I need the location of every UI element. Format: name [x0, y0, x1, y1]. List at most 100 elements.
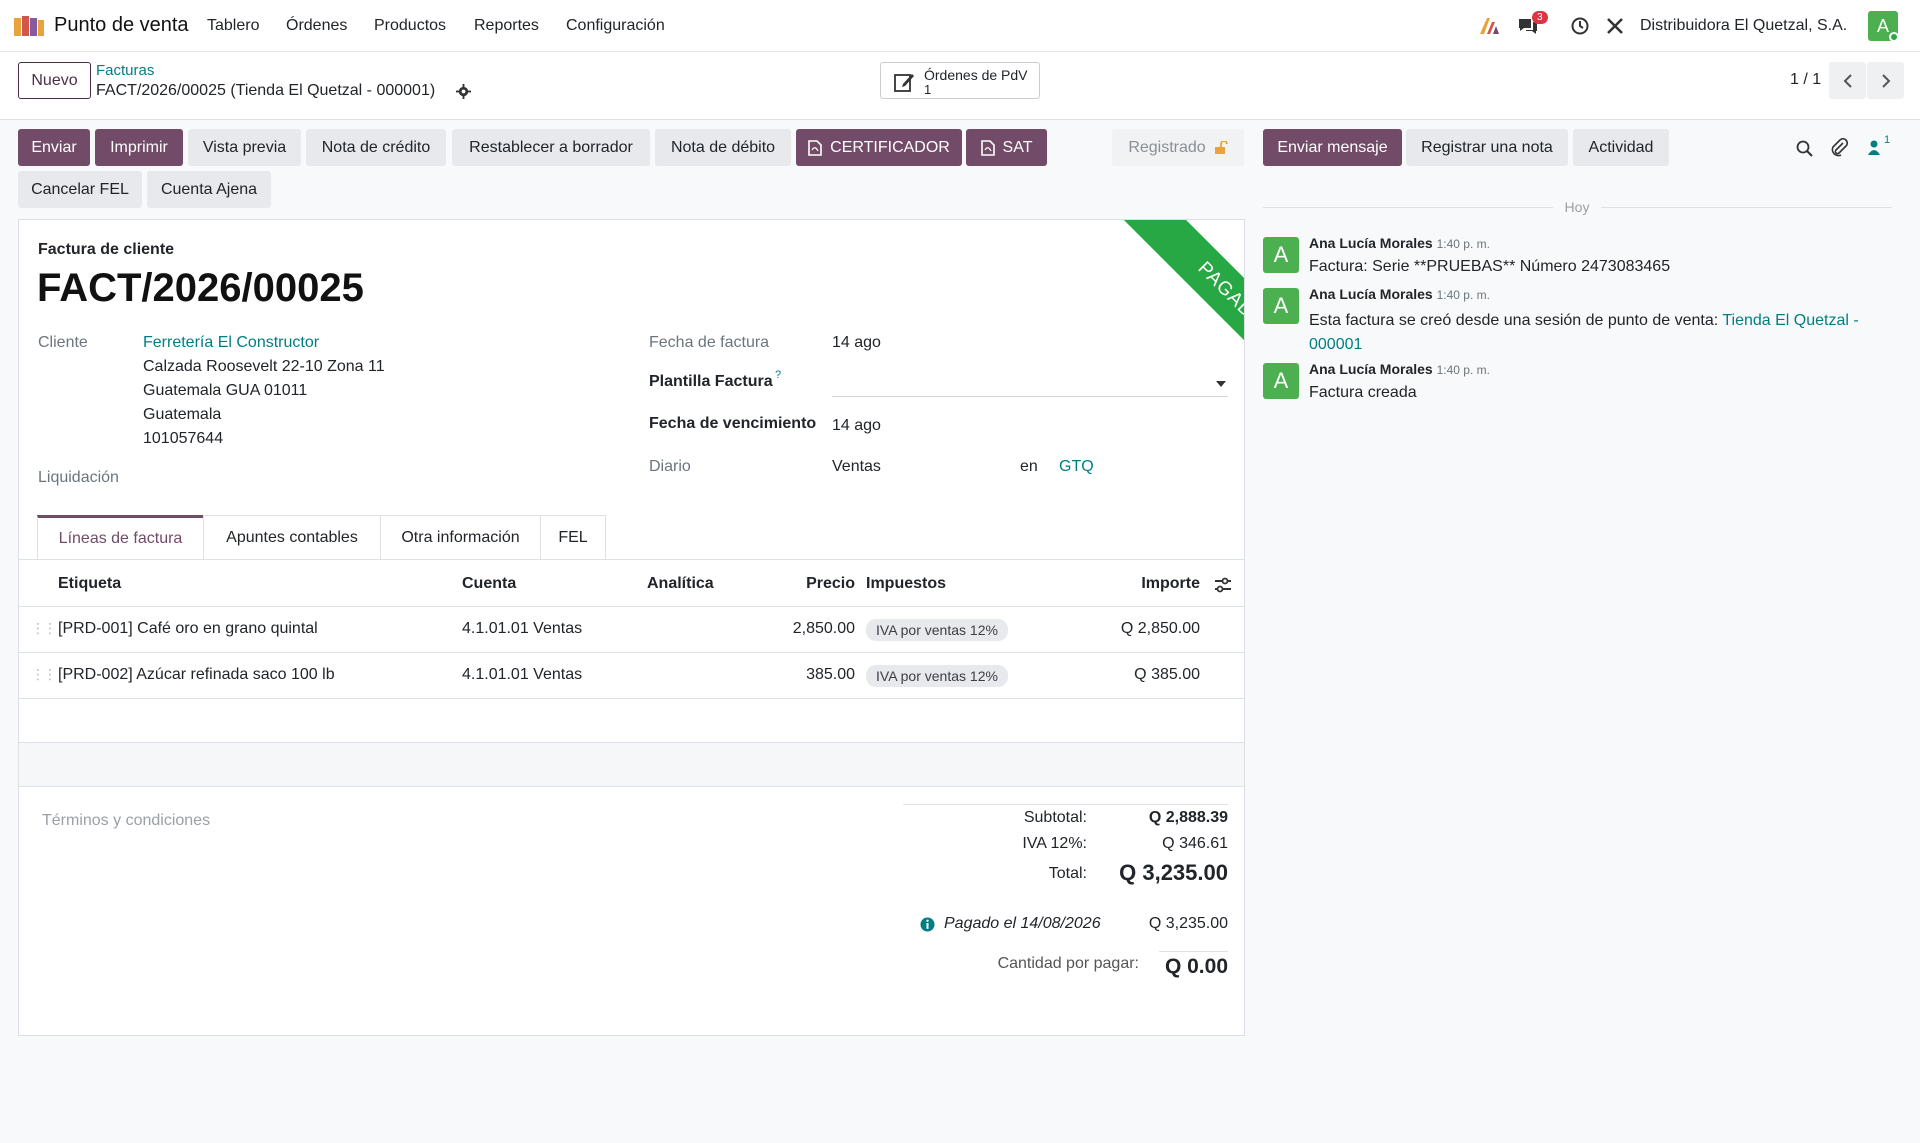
- tab-fel[interactable]: FEL: [540, 515, 606, 559]
- pager-value[interactable]: 1 / 1: [1790, 71, 1821, 89]
- totals-top-divider: [903, 804, 1228, 805]
- invoice-date-value[interactable]: 14 ago: [832, 334, 881, 352]
- certificador-button[interactable]: CERTIFICADOR: [796, 129, 962, 166]
- debit-note-button[interactable]: Nota de débito: [655, 129, 791, 166]
- pager-previous[interactable]: [1829, 62, 1866, 99]
- paperclip-icon[interactable]: [1831, 138, 1848, 157]
- tab-journal-items[interactable]: Apuntes contables: [203, 515, 381, 559]
- journal-label: Diario: [649, 458, 691, 475]
- debug-tools-icon[interactable]: [1606, 17, 1624, 35]
- message-author[interactable]: Ana Lucía Morales 1:40 p. m.: [1309, 361, 1490, 377]
- date-sep-line-left: [1263, 207, 1553, 208]
- menu-tablero[interactable]: Tablero: [207, 17, 259, 35]
- help-tooltip-icon[interactable]: ?: [775, 369, 781, 381]
- due-date-value[interactable]: 14 ago: [832, 417, 881, 435]
- breadcrumb-current: FACT/2026/00025 (Tienda El Quetzal - 000…: [96, 82, 436, 99]
- due-divider: [1159, 951, 1228, 952]
- menu-reportes[interactable]: Reportes: [474, 17, 539, 35]
- breadcrumb-facturas[interactable]: Facturas: [96, 62, 154, 79]
- table-row[interactable]: ⋮⋮ [PRD-002] Azúcar refinada saco 100 lb…: [19, 653, 1244, 698]
- app-title[interactable]: Punto de venta: [54, 14, 189, 37]
- author-avatar[interactable]: A: [1263, 363, 1299, 399]
- customer-label: Cliente: [38, 334, 88, 351]
- col-label-header[interactable]: Etiqueta: [58, 575, 121, 593]
- menu-ordenes[interactable]: Órdenes: [286, 17, 347, 35]
- terms-field[interactable]: Términos y condiciones: [42, 812, 210, 830]
- table-row[interactable]: ⋮⋮ [PRD-001] Café oro en grano quintal 4…: [19, 607, 1244, 652]
- column-settings-icon[interactable]: [1214, 576, 1232, 594]
- pos-orders-smart-button[interactable]: Órdenes de PdV 1: [880, 62, 1040, 99]
- iva-value: Q 346.61: [1162, 835, 1228, 852]
- unlock-icon: [1214, 140, 1228, 154]
- journal-value[interactable]: Ventas: [832, 458, 881, 476]
- amount-due-value: Q 0.00: [1164, 955, 1228, 978]
- company-switcher[interactable]: Distribuidora El Quetzal, S.A.: [1640, 17, 1847, 35]
- tax-tag: IVA por ventas 12%: [866, 665, 1008, 687]
- tab-invoice-lines[interactable]: Líneas de factura: [37, 515, 204, 559]
- template-select[interactable]: [832, 371, 1228, 397]
- search-icon[interactable]: [1796, 140, 1813, 157]
- currency-link[interactable]: GTQ: [1059, 458, 1094, 476]
- pos-app-icon[interactable]: [14, 14, 44, 38]
- message-body: Esta factura se creó desde una sesión de…: [1309, 309, 1892, 357]
- message-time: 1:40 p. m.: [1436, 363, 1490, 377]
- send-message-button[interactable]: Enviar mensaje: [1263, 129, 1402, 166]
- new-button[interactable]: Nuevo: [18, 62, 91, 99]
- doc-type: Factura de cliente: [38, 241, 175, 258]
- message-author[interactable]: Ana Lucía Morales 1:40 p. m.: [1309, 235, 1490, 251]
- table-footer-divider: [19, 786, 1244, 787]
- line-label: [PRD-001] Café oro en grano quintal: [58, 620, 318, 637]
- followers-icon[interactable]: [1867, 140, 1881, 156]
- message-author[interactable]: Ana Lucía Morales 1:40 p. m.: [1309, 286, 1490, 302]
- address-line-2: Guatemala GUA 01011: [143, 382, 308, 399]
- send-button[interactable]: Enviar: [18, 129, 90, 166]
- col-analytic-header[interactable]: Analítica: [647, 575, 714, 593]
- line-label: [PRD-002] Azúcar refinada saco 100 lb: [58, 666, 335, 683]
- author-name: Ana Lucía Morales: [1309, 286, 1433, 302]
- credit-note-button[interactable]: Nota de crédito: [306, 129, 446, 166]
- info-icon[interactable]: [920, 917, 935, 932]
- author-avatar[interactable]: A: [1263, 288, 1299, 324]
- menu-configuracion[interactable]: Configuración: [566, 17, 665, 35]
- drag-handle-icon[interactable]: ⋮⋮: [31, 666, 57, 683]
- log-note-button[interactable]: Registrar una nota: [1406, 129, 1568, 166]
- menu-productos[interactable]: Productos: [374, 17, 446, 35]
- tabs-divider: [19, 559, 1244, 560]
- line-amount: Q 2,850.00: [1120, 620, 1200, 637]
- reset-draft-button[interactable]: Restablecer a borrador: [452, 129, 650, 166]
- activity-button[interactable]: Actividad: [1573, 129, 1669, 166]
- amount-due-label: Cantidad por pagar:: [997, 955, 1139, 972]
- paid-ribbon: PAGADO: [1069, 220, 1244, 520]
- line-price: 2,850.00: [792, 620, 855, 637]
- control-panel: Nuevo Facturas FACT/2026/00025 (Tienda E…: [0, 52, 1920, 120]
- author-avatar[interactable]: A: [1263, 237, 1299, 273]
- message-time: 1:40 p. m.: [1436, 237, 1490, 251]
- cuenta-ajena-button[interactable]: Cuenta Ajena: [147, 171, 271, 208]
- paid-on-label: Pagado el 14/08/2026: [944, 915, 1101, 932]
- col-taxes-header[interactable]: Impuestos: [866, 575, 946, 593]
- activity-clock-icon[interactable]: [1571, 17, 1589, 35]
- line-amount: Q 385.00: [1134, 666, 1200, 683]
- followers-count: 1: [1884, 134, 1891, 146]
- customer-link[interactable]: Ferretería El Constructor: [143, 334, 319, 352]
- line-account: 4.1.01.01 Ventas: [462, 666, 583, 683]
- drag-handle-icon[interactable]: ⋮⋮: [31, 620, 57, 637]
- col-account-header[interactable]: Cuenta: [462, 575, 516, 593]
- row-divider: [19, 698, 1244, 699]
- col-price-header[interactable]: Precio: [789, 575, 855, 593]
- chat-badge: 3: [1532, 11, 1548, 24]
- subtotal-value: Q 2,888.39: [1148, 809, 1228, 826]
- print-button[interactable]: Imprimir: [95, 129, 183, 166]
- ai-assistant-icon[interactable]: [1478, 16, 1500, 36]
- sat-button[interactable]: SAT: [966, 129, 1047, 166]
- subtotal-label: Subtotal:: [1023, 809, 1087, 826]
- pager-next[interactable]: [1867, 62, 1904, 99]
- col-amount-header[interactable]: Importe: [1119, 575, 1200, 593]
- preview-button[interactable]: Vista previa: [188, 129, 301, 166]
- cancel-fel-button[interactable]: Cancelar FEL: [18, 171, 142, 208]
- tab-other-info[interactable]: Otra información: [380, 515, 541, 559]
- liquidacion-label: Liquidación: [38, 469, 119, 486]
- status-registrado: Registrado: [1112, 129, 1244, 166]
- chevron-right-icon: [1881, 73, 1890, 88]
- gear-icon[interactable]: [456, 84, 471, 99]
